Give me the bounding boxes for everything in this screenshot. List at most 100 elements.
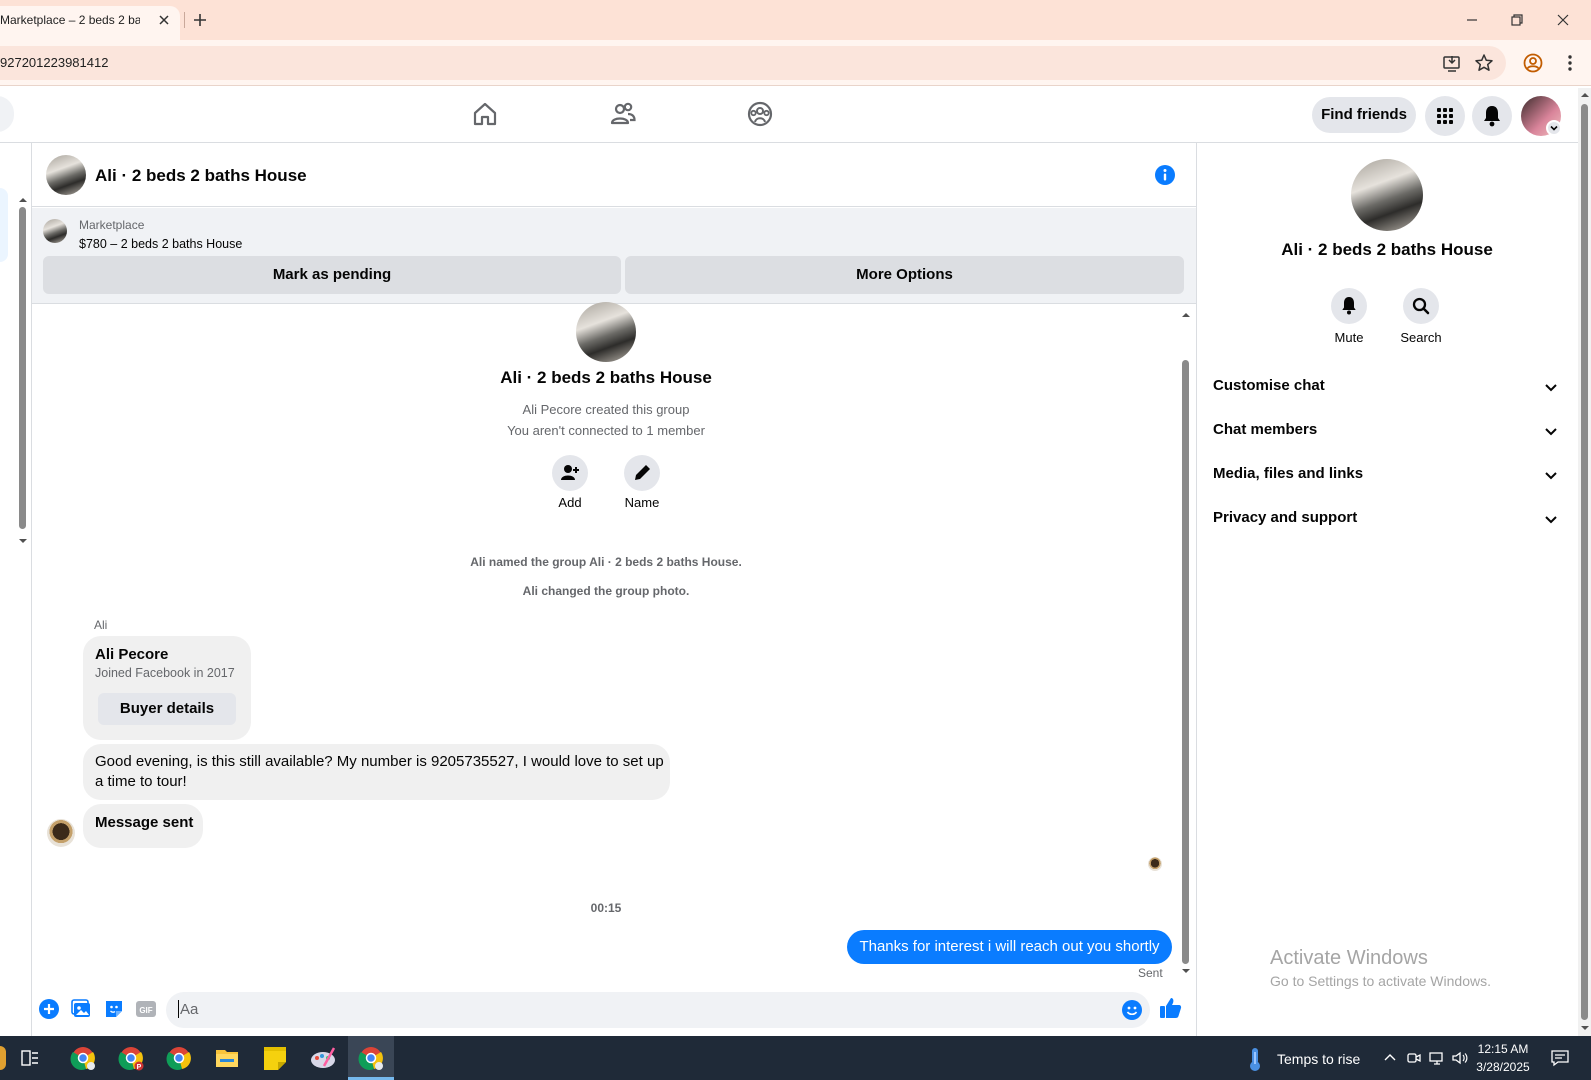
taskbar-paint-icon[interactable] [300, 1036, 346, 1080]
more-actions-icon[interactable] [37, 997, 61, 1021]
restore-icon[interactable] [1507, 10, 1527, 30]
thumbs-up-icon[interactable] [1157, 995, 1183, 1021]
chat-info-panel [1196, 143, 1578, 1036]
friends-icon[interactable] [609, 100, 637, 128]
chat-list-strip [0, 143, 32, 1036]
tab-close-icon[interactable] [156, 12, 172, 28]
buyer-joined: Joined Facebook in 2017 [95, 666, 235, 680]
scroll-up-icon[interactable] [1181, 310, 1191, 320]
browser-menu-icon[interactable] [1560, 52, 1580, 74]
listing-thumbnail[interactable] [43, 219, 67, 243]
weather-text[interactable]: Temps to rise [1277, 1051, 1360, 1067]
incoming-status-text: Message sent [95, 814, 194, 831]
more-options-button[interactable]: More Options [625, 256, 1184, 294]
rename-button[interactable] [624, 455, 660, 491]
install-app-icon[interactable] [1441, 52, 1463, 74]
task-view-icon[interactable] [20, 1048, 40, 1068]
taskbar-chrome-p-icon[interactable]: P [108, 1036, 154, 1080]
minimize-icon[interactable] [1462, 10, 1482, 30]
message-composer[interactable] [166, 992, 1150, 1028]
scroll-down-icon[interactable] [1580, 1023, 1590, 1033]
taskbar-chrome-profile-icon[interactable] [60, 1036, 106, 1080]
tab-separator [184, 12, 185, 28]
customise-chat-section[interactable]: Customise chat [1213, 377, 1563, 394]
meet-now-icon[interactable] [1406, 1050, 1422, 1066]
chat-members-section[interactable]: Chat members [1213, 421, 1563, 438]
chat-avatar[interactable] [46, 155, 86, 195]
info-icon[interactable] [1154, 164, 1176, 186]
sticker-icon[interactable] [102, 997, 126, 1021]
add-member-button[interactable] [552, 455, 588, 491]
selected-chat-indicator[interactable] [0, 188, 8, 262]
bookmark-star-icon[interactable] [1473, 52, 1495, 74]
message-timestamp: 00:15 [590, 901, 622, 915]
omnibox[interactable] [0, 46, 1506, 80]
tab-title: Marketplace – 2 beds 2 baths H [0, 13, 140, 27]
page-scrollbar-thumb[interactable] [1581, 104, 1588, 1020]
new-tab-icon[interactable] [192, 12, 208, 28]
home-icon[interactable] [471, 100, 499, 128]
scroll-up-icon[interactable] [1580, 90, 1590, 100]
menu-button[interactable] [1425, 96, 1465, 136]
taskbar-chrome-icon[interactable] [156, 1036, 202, 1080]
chevron-down-icon[interactable] [1543, 467, 1559, 483]
buyer-details-button[interactable]: Buyer details [98, 693, 236, 725]
marketplace-label: Marketplace [79, 218, 145, 232]
search-in-chat-button[interactable] [1403, 288, 1439, 324]
connection-note: You aren't connected to 1 member [507, 423, 705, 438]
privacy-support-section[interactable]: Privacy and support [1213, 509, 1563, 526]
chat-title[interactable]: Ali · 2 beds 2 baths House [95, 166, 307, 186]
thermometer-icon[interactable] [1245, 1046, 1265, 1072]
scroll-up-icon[interactable] [18, 195, 28, 205]
svg-text:P: P [137, 1064, 142, 1071]
chat-scrollbar-thumb[interactable] [1182, 360, 1189, 964]
browser-profile-icon[interactable] [1522, 52, 1544, 74]
network-icon[interactable] [1428, 1050, 1446, 1066]
mute-label: Mute [1334, 330, 1364, 345]
gif-icon[interactable]: GIF [134, 997, 158, 1021]
emoji-icon[interactable] [1120, 998, 1144, 1022]
search-label: Search [1400, 330, 1442, 345]
taskbar-chrome-active-icon[interactable] [348, 1036, 394, 1080]
notifications-button[interactable] [1472, 96, 1512, 136]
system-message: Ali changed the group photo. [522, 584, 690, 598]
mute-button[interactable] [1331, 288, 1367, 324]
media-files-links-section[interactable]: Media, files and links [1213, 465, 1563, 482]
find-friends-button[interactable]: Find friends [1312, 97, 1416, 133]
svg-text:GIF: GIF [139, 1006, 152, 1015]
window-close-icon[interactable] [1553, 10, 1573, 30]
clock-date[interactable]: 3/28/2025 [1468, 1060, 1538, 1074]
chevron-down-icon[interactable] [1543, 379, 1559, 395]
scroll-down-icon[interactable] [1181, 966, 1191, 976]
group-avatar[interactable] [576, 302, 636, 362]
group-name: Ali · 2 beds 2 baths House [500, 368, 712, 387]
photo-icon[interactable] [70, 997, 94, 1021]
groups-icon[interactable] [746, 100, 774, 128]
listing-title[interactable]: $780 – 2 beds 2 baths House [79, 237, 242, 251]
mark-as-pending-button[interactable]: Mark as pending [43, 256, 621, 294]
seen-avatar [1148, 857, 1162, 871]
scroll-down-icon[interactable] [18, 536, 28, 546]
volume-icon[interactable] [1451, 1050, 1469, 1066]
start-edge[interactable] [0, 1046, 6, 1070]
chevron-down-icon[interactable] [1543, 423, 1559, 439]
message-input-placeholder[interactable]: Aa [180, 1001, 198, 1018]
action-center-icon[interactable] [1550, 1049, 1570, 1067]
activate-windows-note: Go to Settings to activate Windows. [1270, 973, 1491, 989]
url-text[interactable]: 927201223981412 [0, 55, 108, 70]
taskbar-file-explorer-icon[interactable] [204, 1036, 250, 1080]
buyer-name[interactable]: Ali Pecore [95, 646, 168, 663]
sender-avatar[interactable] [47, 819, 75, 847]
panel-avatar[interactable] [1351, 159, 1423, 231]
activate-windows-title: Activate Windows [1270, 947, 1428, 969]
text-caret [178, 1000, 179, 1018]
group-created-note: Ali Pecore created this group [522, 402, 690, 417]
outgoing-message-bubble[interactable]: Thanks for interest i will reach out you… [847, 930, 1172, 964]
chevron-down-icon[interactable] [1546, 120, 1562, 136]
taskbar-sticky-notes-icon[interactable] [252, 1036, 298, 1080]
add-label: Add [558, 495, 582, 510]
chevron-down-icon[interactable] [1543, 511, 1559, 527]
show-hidden-icons-icon[interactable] [1383, 1051, 1397, 1065]
clock-time[interactable]: 12:15 AM [1468, 1042, 1538, 1056]
chat-list-scrollbar-thumb[interactable] [19, 207, 26, 529]
